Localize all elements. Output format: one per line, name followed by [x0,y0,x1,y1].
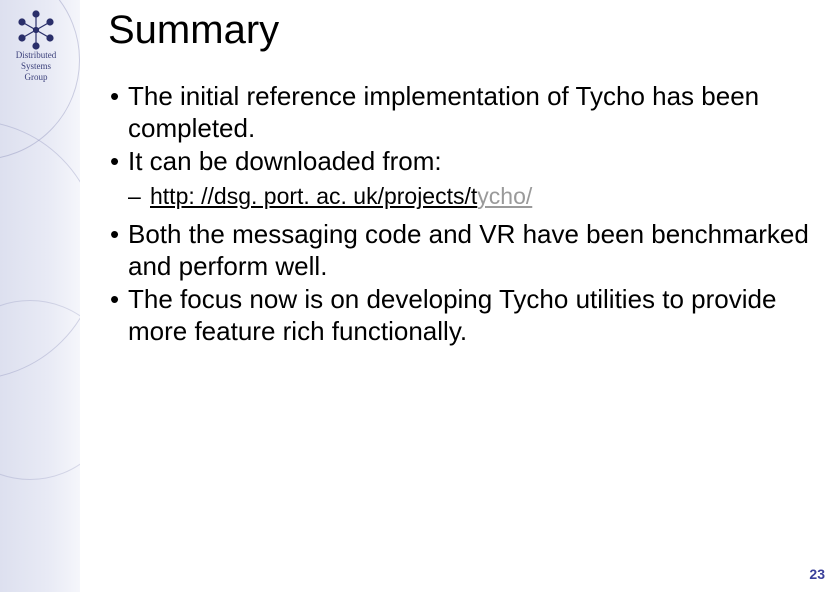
bullet-item: The initial reference implementation of … [106,81,820,144]
bullet-item: Both the messaging code and VR have been… [106,219,820,282]
page-number: 23 [809,566,825,582]
group-label-line: Systems [21,61,51,71]
slide-title: Summary [108,8,820,53]
bullet-item: The focus now is on developing Tycho uti… [106,284,820,347]
project-link[interactable]: http: //dsg. port. ac. uk/projects/t [150,183,477,209]
slide-content: Summary The initial reference implementa… [100,8,820,350]
bullet-item: It can be downloaded from: [106,146,820,178]
project-link-tail: ycho/ [477,183,532,209]
group-label: Distributed Systems Group [0,50,72,83]
group-label-line: Distributed [16,50,57,60]
bullet-list: The initial reference implementation of … [106,81,820,348]
group-label-line: Group [25,72,48,82]
sidebar: Distributed Systems Group [0,0,80,592]
decorative-circle [0,300,80,480]
sub-bullet-link: http: //dsg. port. ac. uk/projects/tycho… [106,182,820,211]
dsg-logo-icon [12,6,60,54]
